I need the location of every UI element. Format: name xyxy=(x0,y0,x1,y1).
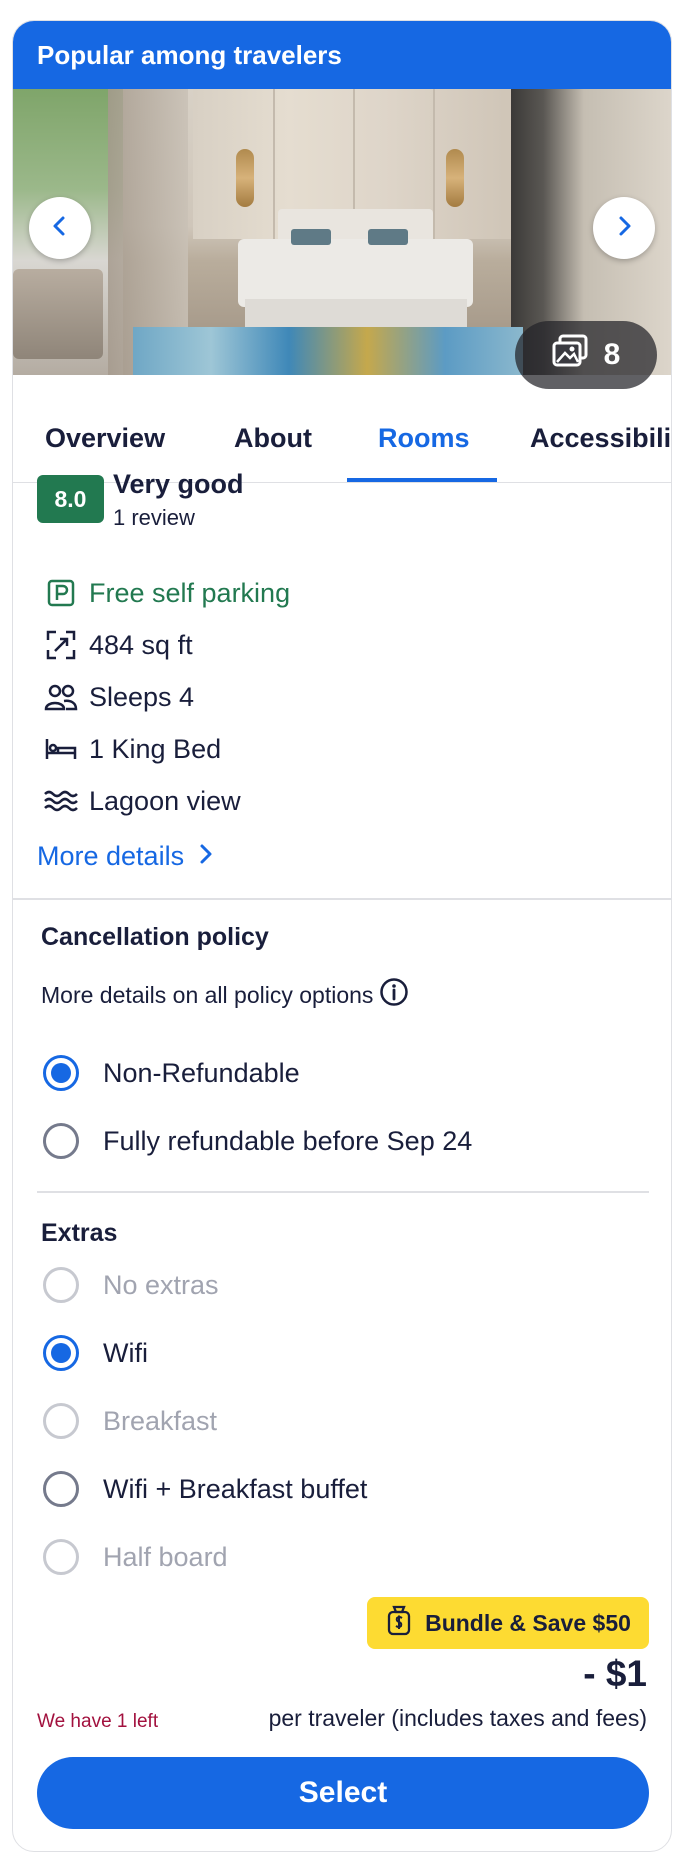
photo-count-button[interactable]: 8 xyxy=(515,321,657,389)
cancellation-policy-title: Cancellation policy xyxy=(41,923,269,951)
radio-button[interactable] xyxy=(43,1471,79,1507)
extras-title: Extras xyxy=(41,1219,118,1247)
feature-bed: 1 King Bed xyxy=(43,729,221,769)
photo-gallery-icon xyxy=(552,334,588,376)
radio-button xyxy=(43,1539,79,1575)
expand-icon xyxy=(43,627,79,663)
extras-option-half-board: Half board xyxy=(43,1535,228,1579)
price-amount: - $1 xyxy=(583,1653,647,1694)
section-divider xyxy=(13,898,671,900)
radio-button[interactable] xyxy=(43,1123,79,1159)
select-button[interactable]: Select xyxy=(37,1757,649,1829)
active-tab-indicator xyxy=(347,478,497,482)
cancellation-option-refundable[interactable]: Fully refundable before Sep 24 xyxy=(43,1119,472,1163)
people-icon xyxy=(43,679,79,715)
feature-sleeps: Sleeps 4 xyxy=(43,677,194,717)
radio-button[interactable] xyxy=(43,1335,79,1371)
policy-details-link[interactable]: More details on all policy options xyxy=(41,977,409,1013)
extras-option-wifi[interactable]: Wifi xyxy=(43,1331,148,1375)
popular-banner: Popular among travelers xyxy=(13,21,671,89)
extras-option-no-extras: No extras xyxy=(43,1263,219,1307)
parking-icon xyxy=(43,575,79,611)
chevron-right-icon xyxy=(612,214,636,243)
tab-rooms[interactable]: Rooms xyxy=(378,395,470,483)
price-note: per traveler (includes taxes and fees) xyxy=(268,1705,647,1731)
bed-icon xyxy=(43,731,79,767)
waves-icon xyxy=(43,783,79,819)
extras-option-breakfast: Breakfast xyxy=(43,1399,217,1443)
rating-score-badge: 8.0 xyxy=(37,475,104,523)
prev-photo-button[interactable] xyxy=(29,197,91,259)
radio-button xyxy=(43,1403,79,1439)
chevron-left-icon xyxy=(48,214,72,243)
cancellation-option-nonrefundable[interactable]: Non-Refundable xyxy=(43,1051,300,1095)
money-bag-icon xyxy=(385,1604,413,1642)
review-count: 1 review xyxy=(113,505,195,530)
more-details-link[interactable]: More details xyxy=(37,841,214,872)
photo-count: 8 xyxy=(603,338,621,371)
feature-view: Lagoon view xyxy=(43,781,241,821)
extras-option-wifi-breakfast[interactable]: Wifi + Breakfast buffet xyxy=(43,1467,367,1511)
tab-about[interactable]: About xyxy=(234,395,312,483)
room-card: Popular among travelers 8 Overview About… xyxy=(12,20,672,1852)
tab-bar: Overview About Rooms Accessibility xyxy=(13,395,671,483)
section-divider xyxy=(37,1191,649,1193)
bundle-save-badge: Bundle & Save $50 xyxy=(367,1597,649,1649)
availability-text: We have 1 left xyxy=(37,1711,159,1732)
chevron-right-icon xyxy=(198,841,214,872)
tab-accessibility[interactable]: Accessibility xyxy=(530,395,671,483)
rating-label: Very good xyxy=(113,469,244,499)
info-icon[interactable] xyxy=(379,977,409,1013)
feature-size: 484 sq ft xyxy=(43,625,193,665)
next-photo-button[interactable] xyxy=(593,197,655,259)
radio-button[interactable] xyxy=(43,1055,79,1091)
radio-button xyxy=(43,1267,79,1303)
feature-parking: Free self parking xyxy=(43,573,290,613)
